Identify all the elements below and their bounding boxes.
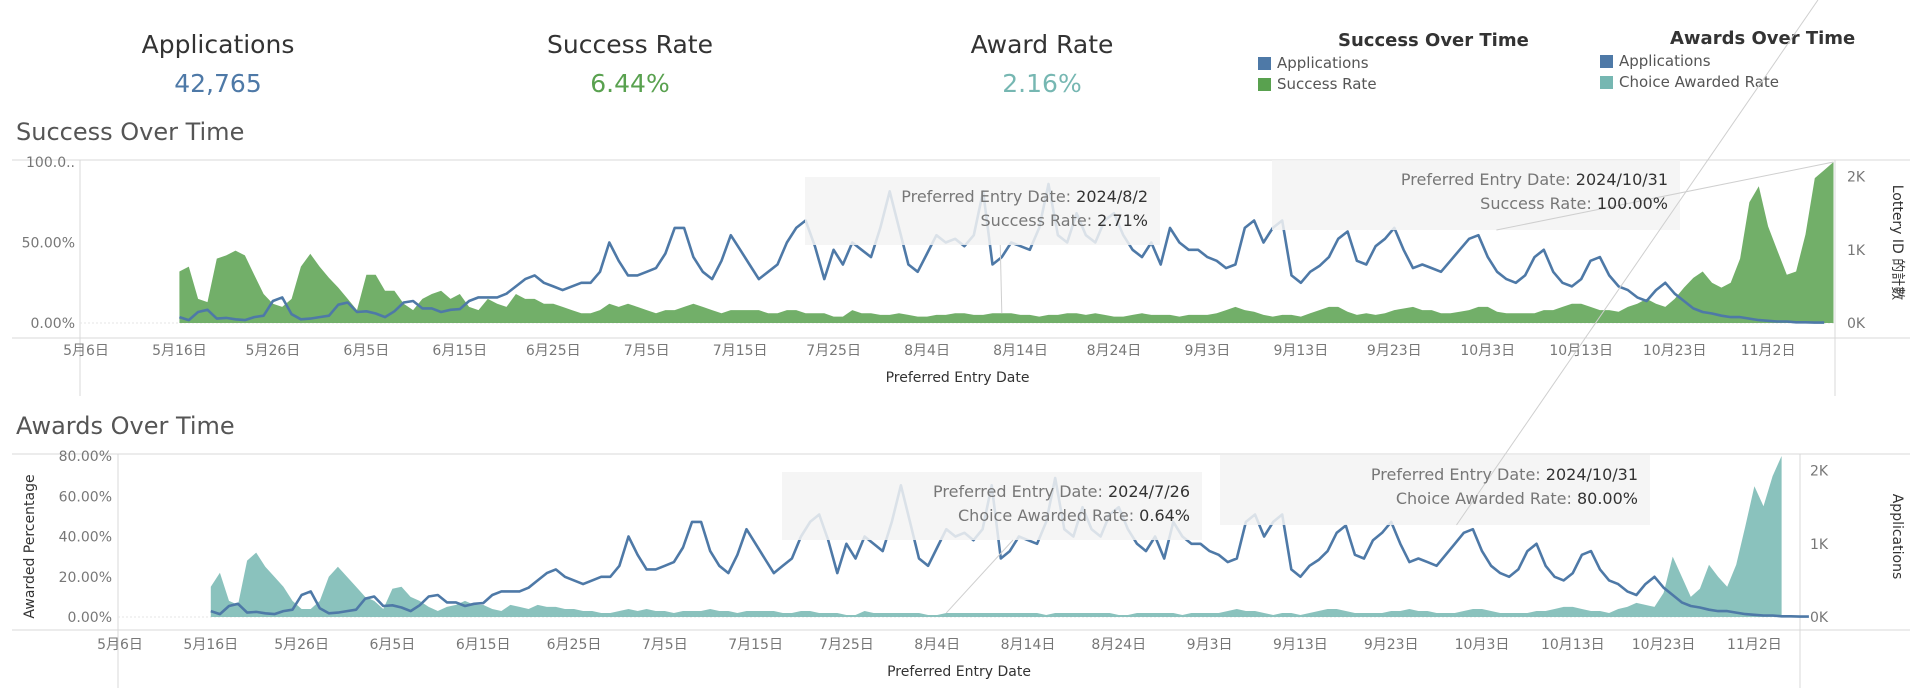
tooltip-leader [945, 539, 1014, 614]
x-tick-label: 10月3日 [1455, 637, 1510, 653]
tooltip-value: 100.00% [1597, 194, 1668, 213]
y2-tick-label: 2K [1810, 464, 1829, 480]
x-tick-label: 5月6日 [63, 343, 109, 359]
x-tick-label: 6月25日 [547, 637, 602, 653]
y-axis-title: Awarded Percentage [22, 474, 38, 618]
x-tick-label: 11月2日 [1741, 343, 1796, 359]
x-tick-label: 6月25日 [526, 343, 581, 359]
x-tick-label: 5月26日 [274, 637, 329, 653]
tooltip-label: Preferred Entry Date: [1401, 170, 1576, 189]
tooltip-value: 2024/10/31 [1546, 465, 1638, 484]
x-tick-label: 9月23日 [1364, 637, 1419, 653]
x-tick-label: 10月13日 [1541, 637, 1605, 653]
tooltip-value: 2024/7/26 [1108, 482, 1190, 501]
x-tick-label: 8月14日 [1001, 637, 1056, 653]
x-tick-label: 9月3日 [1184, 343, 1230, 359]
tooltip-value: 2.71% [1097, 211, 1148, 230]
tooltip-label: Choice Awarded Rate: [958, 506, 1139, 525]
x-tick-label: 5月16日 [152, 343, 207, 359]
x-tick-label: 6月15日 [456, 637, 511, 653]
tooltip-label: Success Rate: [981, 211, 1098, 230]
y2-axis-title: Lottery ID 的計數 [1889, 185, 1905, 301]
x-tick-label: 7月25日 [819, 637, 874, 653]
tooltip-line: Preferred Entry Date: 2024/10/31 [1371, 465, 1638, 484]
tooltip-value: 80.00% [1577, 489, 1638, 508]
x-axis-title: Preferred Entry Date [886, 370, 1030, 386]
tooltip-label: Success Rate: [1480, 194, 1597, 213]
y-tick-label: 100.0.. [26, 155, 75, 171]
y-tick-label: 0.00% [31, 316, 75, 332]
x-tick-label: 9月13日 [1273, 637, 1328, 653]
y-tick-label: 50.00% [22, 236, 75, 252]
x-axis-title: Preferred Entry Date [887, 664, 1031, 680]
x-tick-label: 6月5日 [343, 343, 389, 359]
x-tick-label: 11月2日 [1727, 637, 1782, 653]
y2-axis-title: Applications [1889, 494, 1905, 580]
tooltip-value: 2024/10/31 [1576, 170, 1668, 189]
tooltip-value: 2024/8/2 [1076, 187, 1148, 206]
x-tick-label: 7月5日 [642, 637, 688, 653]
tooltip-value: 0.64% [1139, 506, 1190, 525]
x-tick-label: 7月15日 [728, 637, 783, 653]
x-tick-label: 10月23日 [1643, 343, 1707, 359]
charts-canvas: 0.00% 50.00% 100.0.. 0K 1K 2K 5月6日 5月16日 5月26日 6月… [12, 0, 1910, 688]
x-tick-label: 5月26日 [246, 343, 301, 359]
x-tick-label: 8月24日 [1091, 637, 1146, 653]
x-tick-label: 10月13日 [1549, 343, 1613, 359]
tooltip-line: Success Rate: 2.71% [981, 211, 1148, 230]
tooltip-label: Preferred Entry Date: [901, 187, 1076, 206]
y2-tick-label: 2K [1847, 170, 1866, 186]
tooltip-label: Preferred Entry Date: [1371, 465, 1546, 484]
x-tick-label: 10月23日 [1632, 637, 1696, 653]
x-tick-label: 10月3日 [1460, 343, 1515, 359]
x-tick-label: 9月13日 [1273, 343, 1328, 359]
x-tick-label: 6月15日 [432, 343, 487, 359]
x-tick-label: 8月14日 [993, 343, 1048, 359]
tooltip-line: Choice Awarded Rate: 0.64% [958, 506, 1190, 525]
y-tick-label: 80.00% [59, 449, 112, 465]
x-tick-label: 7月5日 [624, 343, 670, 359]
y2-tick-label: 1K [1847, 243, 1866, 259]
tooltip-line: Preferred Entry Date: 2024/7/26 [933, 482, 1190, 501]
x-tick-label: 9月3日 [1187, 637, 1233, 653]
tooltip-line: Choice Awarded Rate: 80.00% [1396, 489, 1638, 508]
x-tick-label: 7月25日 [806, 343, 861, 359]
y-tick-label: 0.00% [68, 610, 112, 626]
y-tick-label: 20.00% [59, 570, 112, 586]
x-tick-label: 8月4日 [904, 343, 950, 359]
tooltip-label: Preferred Entry Date: [933, 482, 1108, 501]
tooltip-line: Preferred Entry Date: 2024/10/31 [1401, 170, 1668, 189]
x-tick-label: 8月4日 [914, 637, 960, 653]
y-tick-label: 40.00% [59, 530, 112, 546]
tooltip-line: Preferred Entry Date: 2024/8/2 [901, 187, 1148, 206]
y2-tick-label: 0K [1847, 316, 1866, 332]
x-tick-label: 9月23日 [1367, 343, 1422, 359]
tooltip-label: Choice Awarded Rate: [1396, 489, 1577, 508]
x-tick-label: 7月15日 [713, 343, 768, 359]
y2-tick-label: 0K [1810, 610, 1829, 626]
x-tick-label: 5月6日 [97, 637, 143, 653]
x-tick-label: 8月24日 [1087, 343, 1142, 359]
tooltip-line: Success Rate: 100.00% [1480, 194, 1668, 213]
y2-tick-label: 1K [1810, 537, 1829, 553]
y-tick-label: 60.00% [59, 489, 112, 505]
x-tick-label: 5月16日 [183, 637, 238, 653]
x-tick-label: 6月5日 [369, 637, 415, 653]
